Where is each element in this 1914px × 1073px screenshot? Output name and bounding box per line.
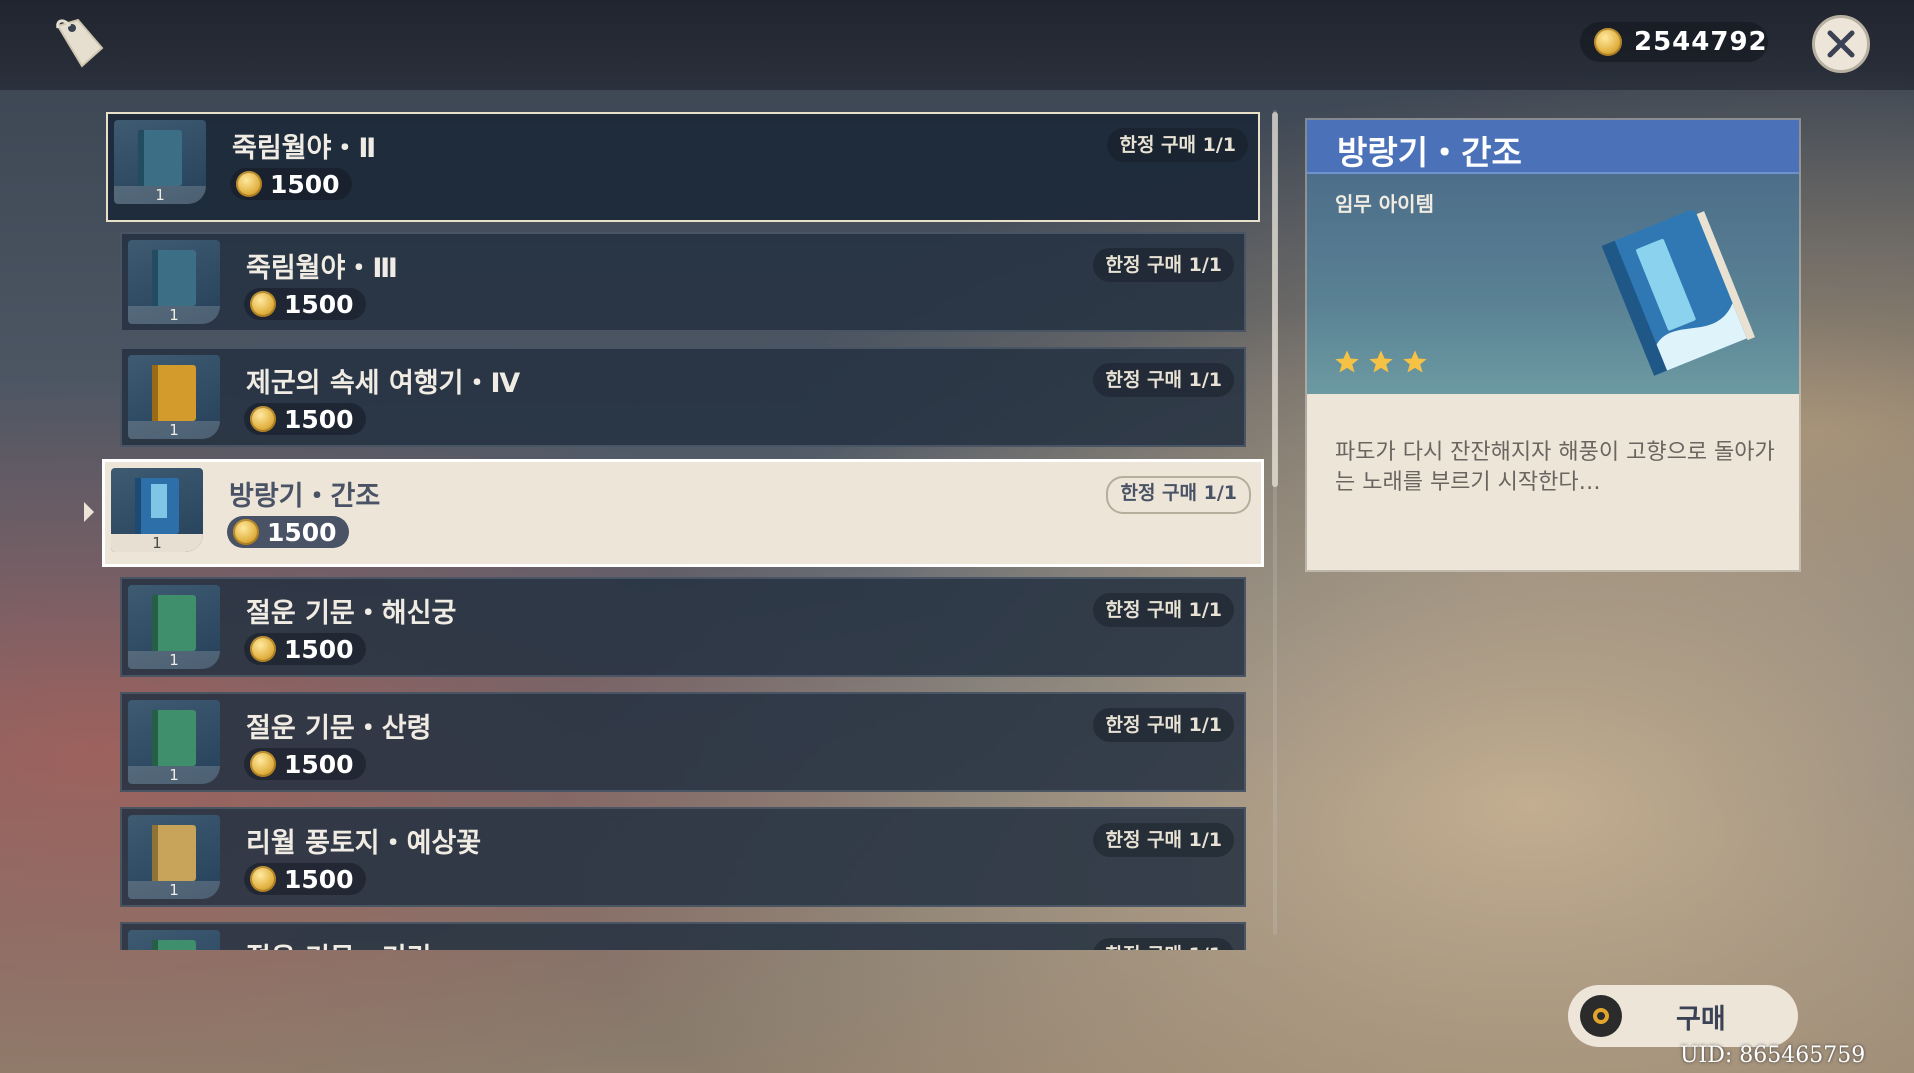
item-list: 1 죽림월야・Ⅱ 1500 한정 구매 1/1 1 죽림월야・Ⅲ 1500 한정… [100,110,1270,950]
list-item[interactable]: 1 절운 기문・해신궁 1500 한정 구매 1/1 [120,577,1246,677]
purchase-limit-badge: 한정 구매 1/1 [1093,708,1234,742]
book-icon [152,250,196,306]
coin-icon [250,291,276,317]
item-price: 1500 [244,288,366,320]
book-icon [135,478,179,534]
item-thumbnail: 1 [128,815,220,899]
item-count: 1 [128,881,220,899]
book-icon [152,595,196,651]
buy-button[interactable]: 구매 [1568,985,1798,1047]
price-tag-icon [56,18,104,68]
purchase-limit-badge: 한정 구매 1/1 [1093,823,1234,857]
item-thumbnail: 1 [128,355,220,439]
coin-icon [236,171,262,197]
item-count: 1 [128,306,220,324]
item-count: 1 [128,651,220,669]
item-detail-panel: 방랑기・간조 임무 아이템 파도가 다시 잔잔해지자 해풍이 고향으로 돌아가는… [1307,120,1799,570]
selection-arrow-icon [84,502,94,522]
coin-icon [250,866,276,892]
list-item[interactable]: 1 죽림월야・Ⅱ 1500 한정 구매 1/1 [106,112,1260,222]
uid-label: UID: 865465759 [1680,1043,1866,1068]
star-icon [1335,350,1359,373]
coin-icon [250,406,276,432]
coin-icon [250,751,276,777]
book-illustration-icon [1601,210,1755,376]
buy-label: 구매 [1676,1003,1726,1035]
item-price: 1500 [244,633,366,665]
coin-icon [233,519,259,545]
purchase-limit-badge: 한정 구매 1/1 [1093,363,1234,397]
scrollbar-thumb[interactable] [1272,112,1278,487]
item-count: 1 [111,534,203,552]
book-icon [152,940,196,950]
rarity-stars [1333,348,1429,376]
item-thumbnail: 1 [128,930,220,950]
list-item[interactable]: 1 제군의 속세 여행기・Ⅳ 1500 한정 구매 1/1 [120,347,1246,447]
currency-value: 2544792 [1634,27,1768,57]
item-thumbnail: 1 [111,468,203,552]
purchase-limit-badge: 한정 구매 1/1 [1107,128,1248,162]
book-icon [152,365,196,421]
coin-icon [1594,28,1622,56]
item-name: 리월 풍토지・예상꽃 [246,828,482,859]
star-icon [1369,350,1393,373]
list-item[interactable]: 1 절운 기문・산령 1500 한정 구매 1/1 [120,692,1246,792]
item-type-label: 임무 아이템 [1335,192,1434,216]
list-item-selected[interactable]: 1 방랑기・간조 1500 한정 구매 1/1 [102,459,1264,567]
item-name: 절운 기문・기리 [246,936,431,950]
detail-title: 방랑기・간조 [1337,133,1522,172]
item-name: 방랑기・간조 [229,481,381,512]
item-count: 1 [128,421,220,439]
item-name: 제군의 속세 여행기・Ⅳ [246,368,521,399]
close-button[interactable] [1812,15,1870,73]
close-icon [1827,30,1855,58]
detail-art: 임무 아이템 [1307,174,1799,394]
item-description: 파도가 다시 잔잔해지자 해풍이 고향으로 돌아가는 노래를 부르기 시작한다… [1335,440,1775,495]
item-count: 1 [128,766,220,784]
item-thumbnail: 1 [128,240,220,324]
item-price: 1500 [230,168,352,200]
list-item[interactable]: 1 절운 기문・기리 1500 한정 구매 1/1 [120,922,1246,950]
purchase-limit-badge: 한정 구매 1/1 [1093,248,1234,282]
item-thumbnail: 1 [128,585,220,669]
item-price: 1500 [244,863,366,895]
book-icon [138,130,182,186]
coin-icon [250,636,276,662]
item-price: 1500 [244,403,366,435]
list-item[interactable]: 1 리월 풍토지・예상꽃 1500 한정 구매 1/1 [120,807,1246,907]
item-name: 죽림월야・Ⅲ [246,253,398,284]
item-name: 절운 기문・해신궁 [246,598,457,629]
book-icon [152,825,196,881]
circle-button-icon [1580,995,1622,1037]
detail-header: 방랑기・간조 [1307,120,1799,174]
star-icon [1403,350,1427,373]
purchase-limit-badge: 한정 구매 1/1 [1093,938,1234,950]
item-thumbnail: 1 [114,120,206,204]
item-price: 1500 [244,748,366,780]
item-count: 1 [114,186,206,204]
currency-display: 2544792 [1580,22,1768,62]
list-item[interactable]: 1 죽림월야・Ⅲ 1500 한정 구매 1/1 [120,232,1246,332]
item-price: 1500 [227,516,349,548]
item-name: 죽림월야・Ⅱ [232,133,377,164]
item-thumbnail: 1 [128,700,220,784]
book-icon [152,710,196,766]
purchase-limit-badge: 한정 구매 1/1 [1106,476,1251,514]
purchase-limit-badge: 한정 구매 1/1 [1093,593,1234,627]
item-name: 절운 기문・산령 [246,713,432,744]
detail-body: 파도가 다시 잔잔해지자 해풍이 고향으로 돌아가는 노래를 부르기 시작한다… [1307,394,1799,570]
